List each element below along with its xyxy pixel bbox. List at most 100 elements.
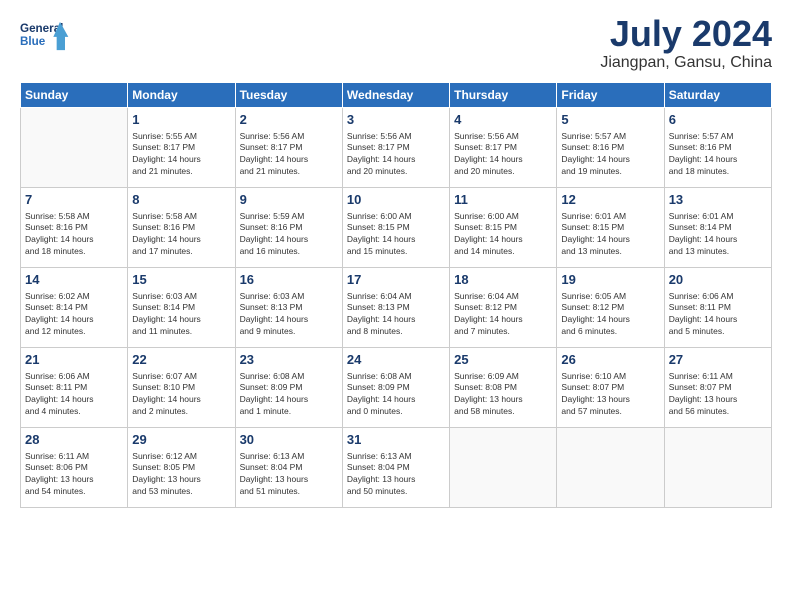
day-number: 28 [25, 431, 123, 449]
day-info: Sunrise: 6:12 AM Sunset: 8:05 PM Dayligh… [132, 451, 230, 499]
calendar-cell: 5 Sunrise: 5:57 AM Sunset: 8:16 PM Daylig… [557, 108, 664, 188]
day-number: 10 [347, 191, 445, 209]
day-info: Sunrise: 6:08 AM Sunset: 8:09 PM Dayligh… [240, 371, 338, 419]
day-number: 21 [25, 351, 123, 369]
calendar-cell: 15Sunrise: 6:03 AM Sunset: 8:14 PM Dayli… [128, 268, 235, 348]
calendar-cell: 19 Sunrise: 6:05 AM Sunset: 8:12 PM Dayli… [557, 268, 664, 348]
day-number: 12 [561, 191, 659, 209]
calendar-cell: 31 Sunrise: 6:13 AM Sunset: 8:04 PM Dayli… [342, 428, 449, 508]
day-number: 27 [669, 351, 767, 369]
calendar-cell: 23 Sunrise: 6:08 AM Sunset: 8:09 PM Dayli… [235, 348, 342, 428]
weekday-header-tuesday: Tuesday [235, 83, 342, 108]
day-number: 14 [25, 271, 123, 289]
day-info: Sunrise: 5:56 AM Sunset: 8:17 PM Dayligh… [347, 131, 445, 179]
day-info: Sunrise: 6:11 AM Sunset: 8:06 PM Dayligh… [25, 451, 123, 499]
day-number: 23 [240, 351, 338, 369]
calendar-cell: 27 Sunrise: 6:11 AM Sunset: 8:07 PM Dayli… [664, 348, 771, 428]
calendar-cell [557, 428, 664, 508]
day-info: Sunrise: 5:56 AM Sunset: 8:17 PM Dayligh… [454, 131, 552, 179]
day-info: Sunrise: 6:04 AM Sunset: 8:13 PM Dayligh… [347, 291, 445, 339]
day-number: 16 [240, 271, 338, 289]
calendar-table: SundayMondayTuesdayWednesdayThursdayFrid… [20, 82, 772, 508]
calendar-cell: 30 Sunrise: 6:13 AM Sunset: 8:04 PM Dayli… [235, 428, 342, 508]
day-number: 6 [669, 111, 767, 129]
day-info: Sunrise: 6:03 AM Sunset: 8:13 PM Dayligh… [240, 291, 338, 339]
weekday-header-thursday: Thursday [450, 83, 557, 108]
day-info: Sunrise: 6:06 AM Sunset: 8:11 PM Dayligh… [669, 291, 767, 339]
day-info: Sunrise: 6:06 AM Sunset: 8:11 PM Dayligh… [25, 371, 123, 419]
calendar-cell [21, 108, 128, 188]
day-number: 5 [561, 111, 659, 129]
day-number: 15 [132, 271, 230, 289]
calendar-cell: 6 Sunrise: 5:57 AM Sunset: 8:16 PM Daylig… [664, 108, 771, 188]
day-number: 30 [240, 431, 338, 449]
day-info: Sunrise: 6:13 AM Sunset: 8:04 PM Dayligh… [240, 451, 338, 499]
calendar-cell: 22 Sunrise: 6:07 AM Sunset: 8:10 PM Dayli… [128, 348, 235, 428]
weekday-header-sunday: Sunday [21, 83, 128, 108]
calendar-cell: 9 Sunrise: 5:59 AM Sunset: 8:16 PM Daylig… [235, 188, 342, 268]
calendar-cell: 26 Sunrise: 6:10 AM Sunset: 8:07 PM Dayli… [557, 348, 664, 428]
day-info: Sunrise: 6:05 AM Sunset: 8:12 PM Dayligh… [561, 291, 659, 339]
day-number: 18 [454, 271, 552, 289]
calendar-cell: 17 Sunrise: 6:04 AM Sunset: 8:13 PM Dayli… [342, 268, 449, 348]
day-info: Sunrise: 6:04 AM Sunset: 8:12 PM Dayligh… [454, 291, 552, 339]
calendar-cell: 13 Sunrise: 6:01 AM Sunset: 8:14 PM Dayli… [664, 188, 771, 268]
day-number: 7 [25, 191, 123, 209]
calendar-cell: 3Sunrise: 5:56 AM Sunset: 8:17 PM Daylig… [342, 108, 449, 188]
day-number: 17 [347, 271, 445, 289]
calendar-cell: 12 Sunrise: 6:01 AM Sunset: 8:15 PM Dayli… [557, 188, 664, 268]
day-info: Sunrise: 5:56 AM Sunset: 8:17 PM Dayligh… [240, 131, 338, 179]
day-number: 9 [240, 191, 338, 209]
day-info: Sunrise: 5:55 AM Sunset: 8:17 PM Dayligh… [132, 131, 230, 179]
day-number: 24 [347, 351, 445, 369]
day-number: 13 [669, 191, 767, 209]
calendar-cell: 2 Sunrise: 5:56 AM Sunset: 8:17 PM Daylig… [235, 108, 342, 188]
day-number: 26 [561, 351, 659, 369]
day-number: 20 [669, 271, 767, 289]
calendar-cell: 25 Sunrise: 6:09 AM Sunset: 8:08 PM Dayli… [450, 348, 557, 428]
weekday-header-friday: Friday [557, 83, 664, 108]
calendar-cell: 18 Sunrise: 6:04 AM Sunset: 8:12 PM Dayli… [450, 268, 557, 348]
day-number: 19 [561, 271, 659, 289]
day-info: Sunrise: 5:58 AM Sunset: 8:16 PM Dayligh… [25, 211, 123, 259]
svg-text:Blue: Blue [20, 35, 46, 48]
day-info: Sunrise: 6:13 AM Sunset: 8:04 PM Dayligh… [347, 451, 445, 499]
day-info: Sunrise: 6:02 AM Sunset: 8:14 PM Dayligh… [25, 291, 123, 339]
day-number: 22 [132, 351, 230, 369]
calendar-cell: 29Sunrise: 6:12 AM Sunset: 8:05 PM Dayli… [128, 428, 235, 508]
day-info: Sunrise: 6:07 AM Sunset: 8:10 PM Dayligh… [132, 371, 230, 419]
day-number: 4 [454, 111, 552, 129]
calendar-cell: 16 Sunrise: 6:03 AM Sunset: 8:13 PM Dayli… [235, 268, 342, 348]
day-number: 25 [454, 351, 552, 369]
day-info: Sunrise: 6:09 AM Sunset: 8:08 PM Dayligh… [454, 371, 552, 419]
day-info: Sunrise: 5:59 AM Sunset: 8:16 PM Dayligh… [240, 211, 338, 259]
calendar-cell: 11Sunrise: 6:00 AM Sunset: 8:15 PM Dayli… [450, 188, 557, 268]
day-info: Sunrise: 6:01 AM Sunset: 8:15 PM Dayligh… [561, 211, 659, 259]
day-number: 2 [240, 111, 338, 129]
calendar-cell: 8Sunrise: 5:58 AM Sunset: 8:16 PM Daylig… [128, 188, 235, 268]
day-info: Sunrise: 6:00 AM Sunset: 8:15 PM Dayligh… [347, 211, 445, 259]
day-number: 31 [347, 431, 445, 449]
weekday-header-monday: Monday [128, 83, 235, 108]
weekday-header-wednesday: Wednesday [342, 83, 449, 108]
day-info: Sunrise: 5:57 AM Sunset: 8:16 PM Dayligh… [561, 131, 659, 179]
calendar-cell: 4 Sunrise: 5:56 AM Sunset: 8:17 PM Daylig… [450, 108, 557, 188]
calendar-cell: 10 Sunrise: 6:00 AM Sunset: 8:15 PM Dayli… [342, 188, 449, 268]
calendar-cell: 7 Sunrise: 5:58 AM Sunset: 8:16 PM Daylig… [21, 188, 128, 268]
calendar-cell: 28 Sunrise: 6:11 AM Sunset: 8:06 PM Dayli… [21, 428, 128, 508]
day-info: Sunrise: 6:10 AM Sunset: 8:07 PM Dayligh… [561, 371, 659, 419]
day-info: Sunrise: 6:01 AM Sunset: 8:14 PM Dayligh… [669, 211, 767, 259]
weekday-header-saturday: Saturday [664, 83, 771, 108]
day-info: Sunrise: 6:11 AM Sunset: 8:07 PM Dayligh… [669, 371, 767, 419]
day-number: 8 [132, 191, 230, 209]
calendar-cell: 20 Sunrise: 6:06 AM Sunset: 8:11 PM Dayli… [664, 268, 771, 348]
calendar-cell [664, 428, 771, 508]
calendar-cell: 1Sunrise: 5:55 AM Sunset: 8:17 PM Daylig… [128, 108, 235, 188]
general-blue-logo: General Blue [20, 16, 70, 56]
day-info: Sunrise: 6:00 AM Sunset: 8:15 PM Dayligh… [454, 211, 552, 259]
day-info: Sunrise: 6:08 AM Sunset: 8:09 PM Dayligh… [347, 371, 445, 419]
location-subtitle: Jiangpan, Gansu, China [600, 54, 772, 72]
day-info: Sunrise: 5:57 AM Sunset: 8:16 PM Dayligh… [669, 131, 767, 179]
calendar-cell: 14 Sunrise: 6:02 AM Sunset: 8:14 PM Dayli… [21, 268, 128, 348]
calendar-cell: 21 Sunrise: 6:06 AM Sunset: 8:11 PM Dayli… [21, 348, 128, 428]
